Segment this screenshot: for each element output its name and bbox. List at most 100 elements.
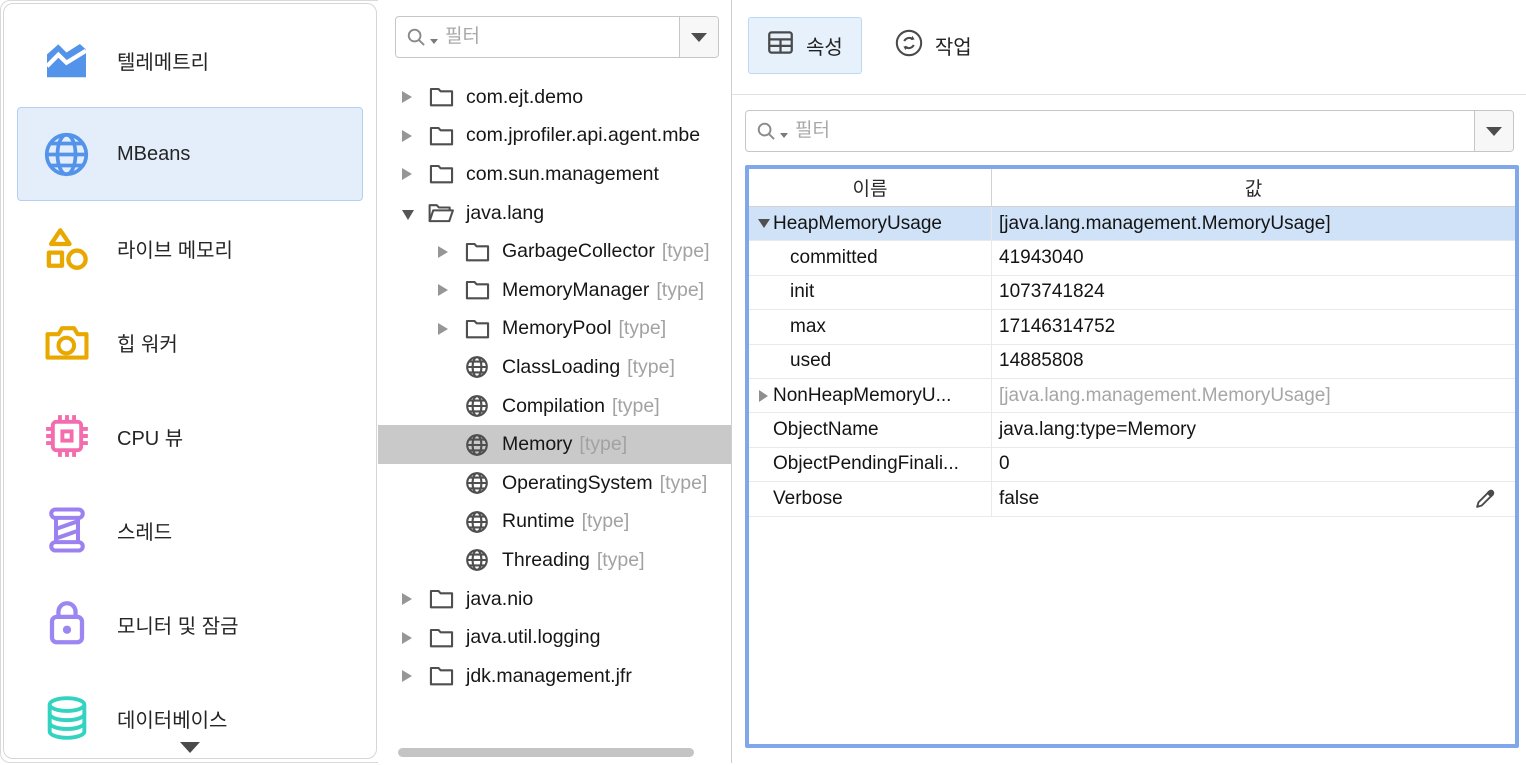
tree-item-label: ClassLoading bbox=[502, 356, 620, 379]
sidebar-item-monitors-locks[interactable]: 모니터 및 잠금 bbox=[17, 577, 363, 671]
attribute-row-init[interactable]: init1073741824 bbox=[749, 276, 1515, 310]
search-options-icon[interactable] bbox=[780, 133, 788, 138]
tree-item-compilation[interactable]: Compilation[type] bbox=[378, 387, 731, 426]
expand-arrow-icon[interactable] bbox=[438, 246, 458, 258]
mbean-tree-panel: com.ejt.demo com.jprofiler.api.agent.mbe c… bbox=[378, 0, 732, 763]
expand-arrow-icon[interactable] bbox=[402, 168, 422, 180]
search-options-icon[interactable] bbox=[430, 39, 438, 44]
tree-item-type-suffix: [type] bbox=[597, 549, 645, 572]
tree-filter-dropdown-button[interactable] bbox=[679, 17, 718, 57]
tree-item-operatingsystem[interactable]: OperatingSystem[type] bbox=[378, 464, 731, 503]
attributes-filter-dropdown-button[interactable] bbox=[1474, 111, 1513, 151]
mbean-globe-icon bbox=[464, 432, 490, 458]
attribute-row-committed[interactable]: committed41943040 bbox=[749, 241, 1515, 275]
attribute-row-max[interactable]: max 17146314752 bbox=[749, 310, 1515, 344]
operations-icon bbox=[895, 29, 923, 63]
tree-item-memorymanager[interactable]: MemoryManager[type] bbox=[378, 271, 731, 310]
attributes-filter-input[interactable] bbox=[795, 120, 1474, 142]
attribute-value-cell: 0 bbox=[992, 448, 1515, 481]
sidebar-item-mbeans[interactable]: MBeans bbox=[17, 107, 363, 201]
sidebar-item-label: 모니터 및 잠금 bbox=[117, 610, 239, 639]
expand-arrow-icon[interactable] bbox=[402, 670, 422, 682]
attribute-name: ObjectPendingFinali... bbox=[773, 453, 959, 475]
expand-arrow-icon[interactable] bbox=[754, 390, 773, 402]
attributes-table-header: 이름 값 bbox=[749, 169, 1515, 207]
tree-item-jdk-management-jfr[interactable]: jdk.management.jfr bbox=[378, 657, 731, 696]
tree-item-label: Memory bbox=[502, 433, 572, 456]
expand-arrow-icon[interactable] bbox=[438, 284, 458, 296]
tree-item-label: com.ejt.demo bbox=[466, 86, 583, 109]
attribute-row-used[interactable]: used 14885808 bbox=[749, 345, 1515, 379]
tree-item-garbagecollector[interactable]: GarbageCollector[type] bbox=[378, 232, 731, 271]
telemetry-icon bbox=[43, 37, 90, 84]
sidebar-item-label: CPU 뷰 bbox=[117, 422, 183, 451]
collapse-arrow-icon[interactable] bbox=[402, 207, 422, 220]
folder-icon bbox=[428, 84, 454, 110]
shapes-icon bbox=[43, 225, 90, 272]
pencil-icon[interactable] bbox=[1474, 487, 1497, 510]
detail-tabs: 속성 작업 bbox=[748, 17, 991, 74]
collapse-arrow-icon[interactable] bbox=[754, 219, 773, 228]
attributes-table-body: HeapMemoryUsage [java.lang.management.Mem… bbox=[749, 207, 1515, 517]
attribute-name: max bbox=[790, 316, 826, 338]
folder-icon bbox=[428, 663, 454, 689]
tree-item-memorypool[interactable]: MemoryPool[type] bbox=[378, 310, 731, 349]
tree-item-label: GarbageCollector bbox=[502, 240, 655, 263]
attribute-value-cell: 41943040 bbox=[992, 241, 1515, 274]
column-header-value[interactable]: 값 bbox=[992, 169, 1515, 206]
folder-icon bbox=[464, 239, 490, 265]
mbean-globe-icon bbox=[464, 354, 490, 380]
tree-item-com-jprofiler-api-agent-mbe[interactable]: com.jprofiler.api.agent.mbe bbox=[378, 117, 731, 156]
attributes-table: 이름 값 HeapMemoryUsage [java.lang.managemen… bbox=[745, 165, 1519, 748]
expand-arrow-icon[interactable] bbox=[438, 323, 458, 335]
tree-item-runtime[interactable]: Runtime[type] bbox=[378, 503, 731, 542]
sidebar-item-heap-walker[interactable]: 힙 워커 bbox=[17, 295, 363, 389]
attribute-row-heapmemoryusage[interactable]: HeapMemoryUsage [java.lang.management.Mem… bbox=[749, 207, 1515, 241]
attribute-name-cell: NonHeapMemoryU... bbox=[749, 379, 992, 412]
tree-item-label: com.jprofiler.api.agent.mbe bbox=[466, 124, 700, 147]
tree-item-label: MemoryPool bbox=[502, 317, 611, 340]
column-header-name[interactable]: 이름 bbox=[749, 169, 992, 206]
tree-horizontal-scrollbar[interactable] bbox=[398, 748, 694, 757]
tree-item-java-lang[interactable]: java.lang bbox=[378, 194, 731, 233]
attribute-value-cell: 17146314752 bbox=[992, 310, 1515, 343]
expand-arrow-icon[interactable] bbox=[402, 593, 422, 605]
tree-item-memory[interactable]: Memory[type] bbox=[378, 425, 731, 464]
attribute-value-cell: false bbox=[992, 482, 1515, 515]
attributes-filter-box bbox=[745, 110, 1514, 152]
scroll-down-icon[interactable] bbox=[180, 742, 200, 753]
attribute-value-cell: java.lang:type=Memory bbox=[992, 413, 1515, 446]
expand-arrow-icon[interactable] bbox=[402, 632, 422, 644]
tree-item-com-sun-management[interactable]: com.sun.management bbox=[378, 155, 731, 194]
attribute-value-cell: [java.lang.management.MemoryUsage] bbox=[992, 207, 1515, 240]
tab-attributes[interactable]: 속성 bbox=[748, 17, 862, 74]
database-icon bbox=[43, 695, 90, 742]
attribute-row-objectname[interactable]: ObjectNamejava.lang:type=Memory bbox=[749, 413, 1515, 447]
sidebar-item-cpu-views[interactable]: CPU 뷰 bbox=[17, 389, 363, 483]
expand-arrow-icon[interactable] bbox=[402, 130, 422, 142]
expand-arrow-icon[interactable] bbox=[402, 91, 422, 103]
attribute-row-nonheapmemoryusage[interactable]: NonHeapMemoryU...[java.lang.management.M… bbox=[749, 379, 1515, 413]
attribute-name-cell: max bbox=[749, 310, 992, 343]
sidebar-item-threads[interactable]: 스레드 bbox=[17, 483, 363, 577]
tree-item-java-nio[interactable]: java.nio bbox=[378, 580, 731, 619]
attribute-row-verbose[interactable]: Verbosefalse bbox=[749, 482, 1515, 516]
attribute-name-cell: used bbox=[749, 345, 992, 378]
attribute-row-objectpendingfinalization[interactable]: ObjectPendingFinali... 0 bbox=[749, 448, 1515, 482]
tree-item-java-util-logging[interactable]: java.util.logging bbox=[378, 618, 731, 657]
sidebar-item-telemetry[interactable]: 텔레메트리 bbox=[17, 13, 363, 107]
tree-item-threading[interactable]: Threading[type] bbox=[378, 541, 731, 580]
camera-icon bbox=[43, 319, 90, 366]
tree-item-label: Compilation bbox=[502, 395, 605, 418]
sidebar-item-live-memory[interactable]: 라이브 메모리 bbox=[17, 201, 363, 295]
attribute-value: 41943040 bbox=[999, 247, 1084, 269]
folder-icon bbox=[464, 277, 490, 303]
attribute-name: HeapMemoryUsage bbox=[773, 213, 942, 235]
tree-filter-input[interactable] bbox=[445, 26, 679, 48]
tab-operations[interactable]: 작업 bbox=[876, 17, 991, 74]
attribute-value: 14885808 bbox=[999, 350, 1084, 372]
tree-item-com-ejt-demo[interactable]: com.ejt.demo bbox=[378, 78, 731, 117]
sidebar-item-label: 힙 워커 bbox=[117, 328, 178, 357]
cpu-icon bbox=[43, 413, 90, 460]
tree-item-classloading[interactable]: ClassLoading[type] bbox=[378, 348, 731, 387]
